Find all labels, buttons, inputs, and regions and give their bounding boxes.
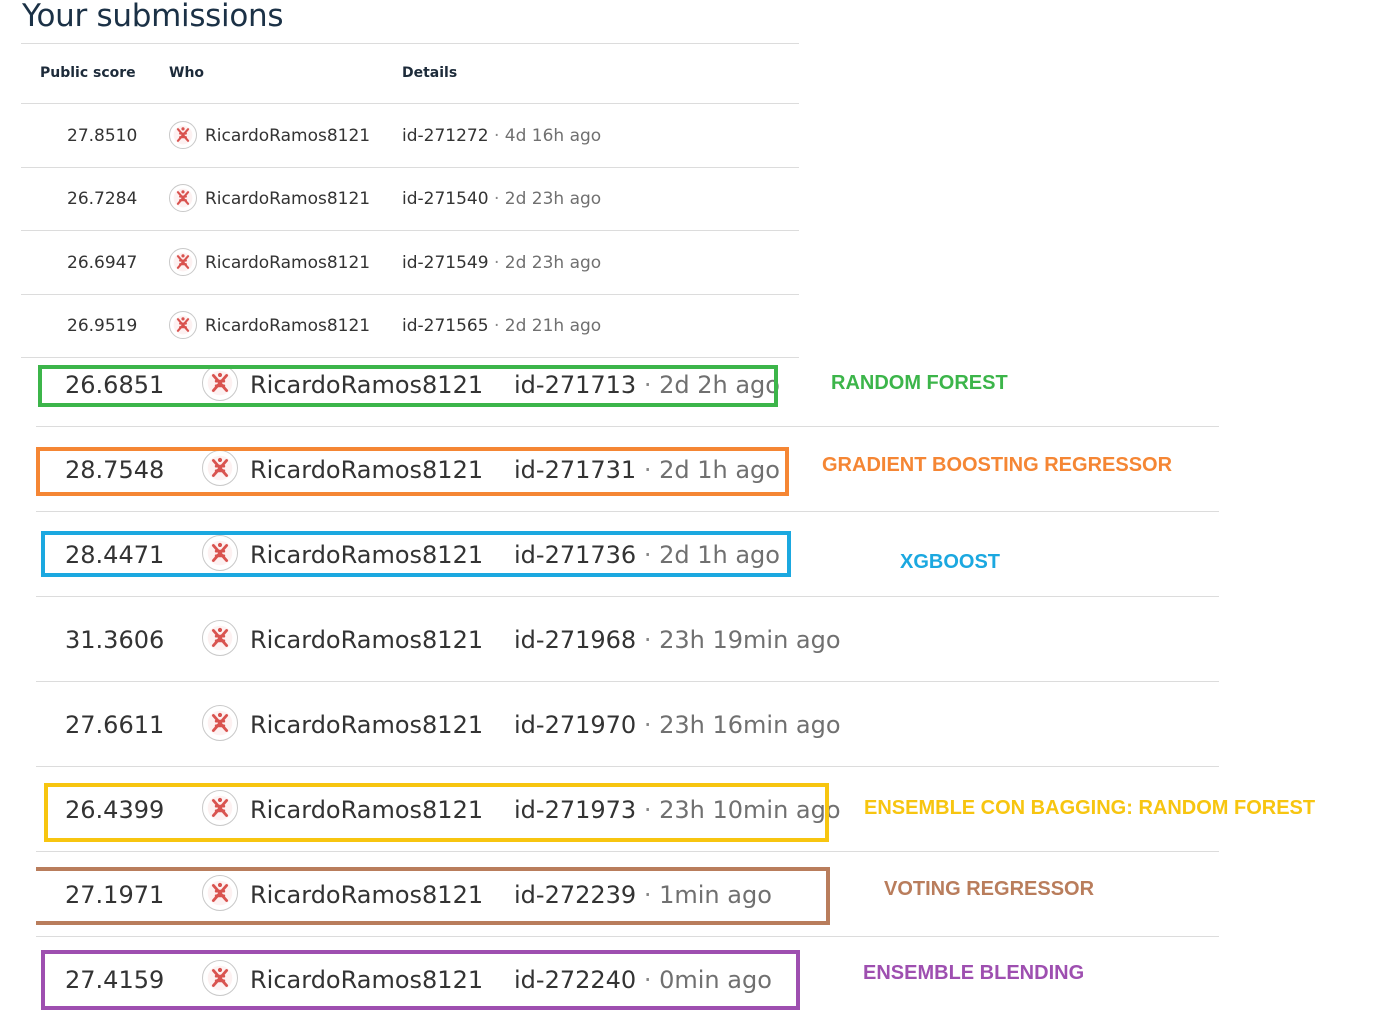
user-avatar-icon[interactable] <box>169 311 197 339</box>
username-link[interactable]: RicardoRamos8121 <box>250 711 483 739</box>
username-link[interactable]: RicardoRamos8121 <box>205 253 370 273</box>
submission-id-link[interactable]: id-271565 <box>402 316 489 336</box>
user-avatar-icon[interactable] <box>169 184 197 212</box>
divider <box>36 851 1219 852</box>
divider <box>36 936 1219 937</box>
submission-time: 2d 21h ago <box>504 316 602 336</box>
separator: · <box>493 126 500 146</box>
annotation-ensemble-blending: ENSEMBLE BLENDING <box>863 962 1085 984</box>
highlight-box-random-forest <box>38 365 778 407</box>
submission-details: id-271565 · 2d 21h ago <box>402 316 601 336</box>
submission-details: id-271272 · 4d 16h ago <box>402 126 601 146</box>
submission-time: 2d 23h ago <box>504 253 602 273</box>
public-score: 27.6611 <box>65 711 165 739</box>
public-score: 27.8510 <box>67 126 138 146</box>
divider <box>21 167 799 168</box>
submission-id-link[interactable]: id-271970 <box>514 711 636 739</box>
annotation-xgboost: XGBOOST <box>900 551 1001 573</box>
highlight-box-gradient-boosting <box>36 447 789 496</box>
user-avatar-icon[interactable] <box>202 620 238 656</box>
user-avatar-icon[interactable] <box>202 705 238 741</box>
page-title: Your submissions <box>22 0 284 34</box>
separator: · <box>643 711 652 739</box>
highlight-box-voting-regressor <box>36 867 830 925</box>
divider <box>21 43 799 44</box>
separator: · <box>643 626 652 654</box>
username-link[interactable]: RicardoRamos8121 <box>205 126 370 146</box>
separator: · <box>493 189 500 209</box>
divider <box>36 426 1219 427</box>
submission-time: 2d 23h ago <box>504 189 602 209</box>
submission-time: 23h 16min ago <box>659 711 841 739</box>
divider <box>36 681 1219 682</box>
submission-details: id-271968 · 23h 19min ago <box>514 626 841 654</box>
submission-id-link[interactable]: id-271272 <box>402 126 489 146</box>
divider <box>21 230 799 231</box>
column-header-details[interactable]: Details <box>402 65 457 81</box>
divider <box>36 766 1219 767</box>
annotation-gradient-boosting: GRADIENT BOOSTING REGRESSOR <box>822 454 1173 476</box>
separator: · <box>493 253 500 273</box>
submission-details: id-271549 · 2d 23h ago <box>402 253 601 273</box>
divider <box>36 596 1219 597</box>
public-score: 26.6947 <box>67 253 138 273</box>
submission-id-link[interactable]: id-271540 <box>402 189 489 209</box>
divider <box>21 103 799 104</box>
public-score: 26.9519 <box>67 316 138 336</box>
username-link[interactable]: RicardoRamos8121 <box>205 316 370 336</box>
annotation-ensemble-bagging: ENSEMBLE CON BAGGING: RANDOM FOREST <box>864 797 1316 819</box>
submission-time: 23h 19min ago <box>659 626 841 654</box>
column-header-score[interactable]: Public score <box>40 65 136 81</box>
submission-details: id-271970 · 23h 16min ago <box>514 711 841 739</box>
separator: · <box>493 316 500 336</box>
submission-id-link[interactable]: id-271549 <box>402 253 489 273</box>
divider <box>36 511 1219 512</box>
highlight-box-ensemble-blending <box>41 950 800 1010</box>
public-score: 31.3606 <box>65 626 165 654</box>
column-header-who[interactable]: Who <box>169 65 204 81</box>
submission-id-link[interactable]: id-271968 <box>514 626 636 654</box>
divider <box>21 357 799 358</box>
divider <box>21 294 799 295</box>
highlight-box-xgboost <box>41 531 791 577</box>
username-link[interactable]: RicardoRamos8121 <box>250 626 483 654</box>
annotation-random-forest: RANDOM FOREST <box>831 372 1008 394</box>
annotation-voting-regressor: VOTING REGRESSOR <box>884 878 1095 900</box>
user-avatar-icon[interactable] <box>169 121 197 149</box>
username-link[interactable]: RicardoRamos8121 <box>205 189 370 209</box>
public-score: 26.7284 <box>67 189 138 209</box>
submission-time: 4d 16h ago <box>504 126 602 146</box>
submission-details: id-271540 · 2d 23h ago <box>402 189 601 209</box>
user-avatar-icon[interactable] <box>169 248 197 276</box>
highlight-box-ensemble-bagging <box>44 783 829 842</box>
